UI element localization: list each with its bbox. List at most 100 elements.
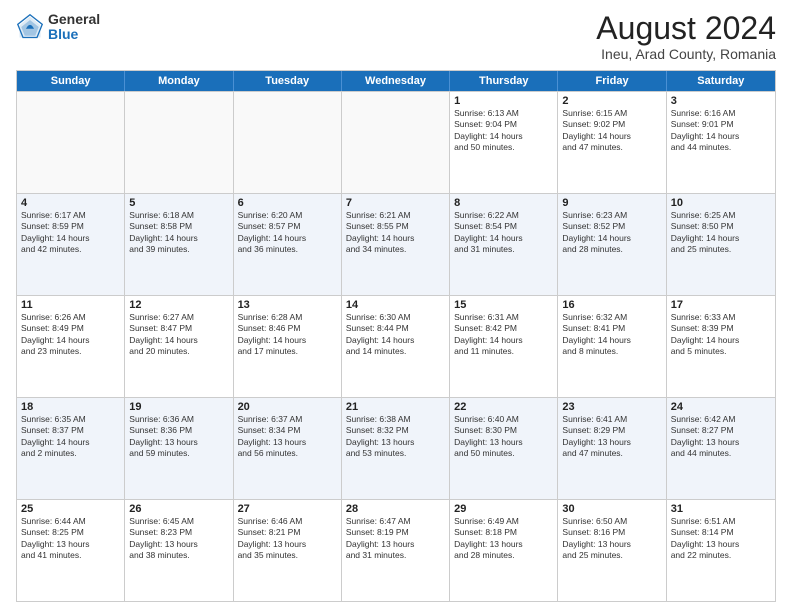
- day-number-12: 12: [129, 299, 228, 311]
- cell-info-11: Sunrise: 6:26 AM Sunset: 8:49 PM Dayligh…: [21, 312, 120, 358]
- cal-cell-r4-c0: 25Sunrise: 6:44 AM Sunset: 8:25 PM Dayli…: [17, 500, 125, 601]
- calendar-body: 1Sunrise: 6:13 AM Sunset: 9:04 PM Daylig…: [17, 91, 775, 601]
- cal-cell-r4-c2: 27Sunrise: 6:46 AM Sunset: 8:21 PM Dayli…: [234, 500, 342, 601]
- header-thursday: Thursday: [450, 71, 558, 91]
- cal-cell-r0-c3: [342, 92, 450, 193]
- day-number-17: 17: [671, 299, 771, 311]
- cell-info-5: Sunrise: 6:18 AM Sunset: 8:58 PM Dayligh…: [129, 210, 228, 256]
- day-number-27: 27: [238, 503, 337, 515]
- header-friday: Friday: [558, 71, 666, 91]
- cal-cell-r2-c4: 15Sunrise: 6:31 AM Sunset: 8:42 PM Dayli…: [450, 296, 558, 397]
- cell-info-7: Sunrise: 6:21 AM Sunset: 8:55 PM Dayligh…: [346, 210, 445, 256]
- day-number-1: 1: [454, 95, 553, 107]
- cell-info-17: Sunrise: 6:33 AM Sunset: 8:39 PM Dayligh…: [671, 312, 771, 358]
- day-number-3: 3: [671, 95, 771, 107]
- cell-info-6: Sunrise: 6:20 AM Sunset: 8:57 PM Dayligh…: [238, 210, 337, 256]
- cal-cell-r0-c6: 3Sunrise: 6:16 AM Sunset: 9:01 PM Daylig…: [667, 92, 775, 193]
- cell-info-1: Sunrise: 6:13 AM Sunset: 9:04 PM Dayligh…: [454, 108, 553, 154]
- cal-row-1: 4Sunrise: 6:17 AM Sunset: 8:59 PM Daylig…: [17, 193, 775, 295]
- cell-info-3: Sunrise: 6:16 AM Sunset: 9:01 PM Dayligh…: [671, 108, 771, 154]
- day-number-6: 6: [238, 197, 337, 209]
- logo-icon: [16, 13, 44, 41]
- cell-info-19: Sunrise: 6:36 AM Sunset: 8:36 PM Dayligh…: [129, 414, 228, 460]
- cal-cell-r2-c5: 16Sunrise: 6:32 AM Sunset: 8:41 PM Dayli…: [558, 296, 666, 397]
- cal-cell-r4-c4: 29Sunrise: 6:49 AM Sunset: 8:18 PM Dayli…: [450, 500, 558, 601]
- day-number-22: 22: [454, 401, 553, 413]
- day-number-31: 31: [671, 503, 771, 515]
- header-sunday: Sunday: [17, 71, 125, 91]
- cell-info-27: Sunrise: 6:46 AM Sunset: 8:21 PM Dayligh…: [238, 516, 337, 562]
- day-number-28: 28: [346, 503, 445, 515]
- cell-info-21: Sunrise: 6:38 AM Sunset: 8:32 PM Dayligh…: [346, 414, 445, 460]
- cell-info-25: Sunrise: 6:44 AM Sunset: 8:25 PM Dayligh…: [21, 516, 120, 562]
- cal-cell-r1-c3: 7Sunrise: 6:21 AM Sunset: 8:55 PM Daylig…: [342, 194, 450, 295]
- cal-row-0: 1Sunrise: 6:13 AM Sunset: 9:04 PM Daylig…: [17, 91, 775, 193]
- cal-cell-r4-c6: 31Sunrise: 6:51 AM Sunset: 8:14 PM Dayli…: [667, 500, 775, 601]
- day-number-23: 23: [562, 401, 661, 413]
- cal-cell-r2-c3: 14Sunrise: 6:30 AM Sunset: 8:44 PM Dayli…: [342, 296, 450, 397]
- cal-cell-r0-c2: [234, 92, 342, 193]
- cal-cell-r4-c5: 30Sunrise: 6:50 AM Sunset: 8:16 PM Dayli…: [558, 500, 666, 601]
- cal-cell-r0-c0: [17, 92, 125, 193]
- cal-cell-r4-c3: 28Sunrise: 6:47 AM Sunset: 8:19 PM Dayli…: [342, 500, 450, 601]
- day-number-21: 21: [346, 401, 445, 413]
- cell-info-13: Sunrise: 6:28 AM Sunset: 8:46 PM Dayligh…: [238, 312, 337, 358]
- cal-cell-r4-c1: 26Sunrise: 6:45 AM Sunset: 8:23 PM Dayli…: [125, 500, 233, 601]
- cell-info-4: Sunrise: 6:17 AM Sunset: 8:59 PM Dayligh…: [21, 210, 120, 256]
- cal-cell-r0-c5: 2Sunrise: 6:15 AM Sunset: 9:02 PM Daylig…: [558, 92, 666, 193]
- day-number-14: 14: [346, 299, 445, 311]
- cell-info-18: Sunrise: 6:35 AM Sunset: 8:37 PM Dayligh…: [21, 414, 120, 460]
- month-title: August 2024: [596, 12, 776, 44]
- day-number-7: 7: [346, 197, 445, 209]
- cal-cell-r3-c5: 23Sunrise: 6:41 AM Sunset: 8:29 PM Dayli…: [558, 398, 666, 499]
- cal-cell-r0-c4: 1Sunrise: 6:13 AM Sunset: 9:04 PM Daylig…: [450, 92, 558, 193]
- day-number-11: 11: [21, 299, 120, 311]
- header-monday: Monday: [125, 71, 233, 91]
- day-number-9: 9: [562, 197, 661, 209]
- cal-row-3: 18Sunrise: 6:35 AM Sunset: 8:37 PM Dayli…: [17, 397, 775, 499]
- logo: General Blue: [16, 12, 100, 43]
- day-number-5: 5: [129, 197, 228, 209]
- cell-info-10: Sunrise: 6:25 AM Sunset: 8:50 PM Dayligh…: [671, 210, 771, 256]
- cal-cell-r1-c4: 8Sunrise: 6:22 AM Sunset: 8:54 PM Daylig…: [450, 194, 558, 295]
- day-number-19: 19: [129, 401, 228, 413]
- cell-info-9: Sunrise: 6:23 AM Sunset: 8:52 PM Dayligh…: [562, 210, 661, 256]
- cal-cell-r3-c0: 18Sunrise: 6:35 AM Sunset: 8:37 PM Dayli…: [17, 398, 125, 499]
- cell-info-30: Sunrise: 6:50 AM Sunset: 8:16 PM Dayligh…: [562, 516, 661, 562]
- calendar-header: Sunday Monday Tuesday Wednesday Thursday…: [17, 71, 775, 91]
- cal-cell-r1-c5: 9Sunrise: 6:23 AM Sunset: 8:52 PM Daylig…: [558, 194, 666, 295]
- cal-cell-r3-c4: 22Sunrise: 6:40 AM Sunset: 8:30 PM Dayli…: [450, 398, 558, 499]
- cal-cell-r2-c2: 13Sunrise: 6:28 AM Sunset: 8:46 PM Dayli…: [234, 296, 342, 397]
- day-number-24: 24: [671, 401, 771, 413]
- day-number-25: 25: [21, 503, 120, 515]
- day-number-13: 13: [238, 299, 337, 311]
- cell-info-22: Sunrise: 6:40 AM Sunset: 8:30 PM Dayligh…: [454, 414, 553, 460]
- day-number-4: 4: [21, 197, 120, 209]
- cal-cell-r3-c6: 24Sunrise: 6:42 AM Sunset: 8:27 PM Dayli…: [667, 398, 775, 499]
- title-block: August 2024 Ineu, Arad County, Romania: [596, 12, 776, 62]
- cell-info-8: Sunrise: 6:22 AM Sunset: 8:54 PM Dayligh…: [454, 210, 553, 256]
- cell-info-14: Sunrise: 6:30 AM Sunset: 8:44 PM Dayligh…: [346, 312, 445, 358]
- page: General Blue August 2024 Ineu, Arad Coun…: [0, 0, 792, 612]
- day-number-8: 8: [454, 197, 553, 209]
- cell-info-12: Sunrise: 6:27 AM Sunset: 8:47 PM Dayligh…: [129, 312, 228, 358]
- day-number-29: 29: [454, 503, 553, 515]
- day-number-18: 18: [21, 401, 120, 413]
- cal-cell-r3-c1: 19Sunrise: 6:36 AM Sunset: 8:36 PM Dayli…: [125, 398, 233, 499]
- cell-info-16: Sunrise: 6:32 AM Sunset: 8:41 PM Dayligh…: [562, 312, 661, 358]
- header-tuesday: Tuesday: [234, 71, 342, 91]
- header-wednesday: Wednesday: [342, 71, 450, 91]
- header: General Blue August 2024 Ineu, Arad Coun…: [16, 12, 776, 62]
- cell-info-15: Sunrise: 6:31 AM Sunset: 8:42 PM Dayligh…: [454, 312, 553, 358]
- day-number-30: 30: [562, 503, 661, 515]
- cal-cell-r2-c1: 12Sunrise: 6:27 AM Sunset: 8:47 PM Dayli…: [125, 296, 233, 397]
- day-number-10: 10: [671, 197, 771, 209]
- cal-cell-r3-c2: 20Sunrise: 6:37 AM Sunset: 8:34 PM Dayli…: [234, 398, 342, 499]
- day-number-26: 26: [129, 503, 228, 515]
- cell-info-24: Sunrise: 6:42 AM Sunset: 8:27 PM Dayligh…: [671, 414, 771, 460]
- cal-cell-r2-c6: 17Sunrise: 6:33 AM Sunset: 8:39 PM Dayli…: [667, 296, 775, 397]
- cell-info-28: Sunrise: 6:47 AM Sunset: 8:19 PM Dayligh…: [346, 516, 445, 562]
- cell-info-23: Sunrise: 6:41 AM Sunset: 8:29 PM Dayligh…: [562, 414, 661, 460]
- cal-cell-r3-c3: 21Sunrise: 6:38 AM Sunset: 8:32 PM Dayli…: [342, 398, 450, 499]
- cal-row-4: 25Sunrise: 6:44 AM Sunset: 8:25 PM Dayli…: [17, 499, 775, 601]
